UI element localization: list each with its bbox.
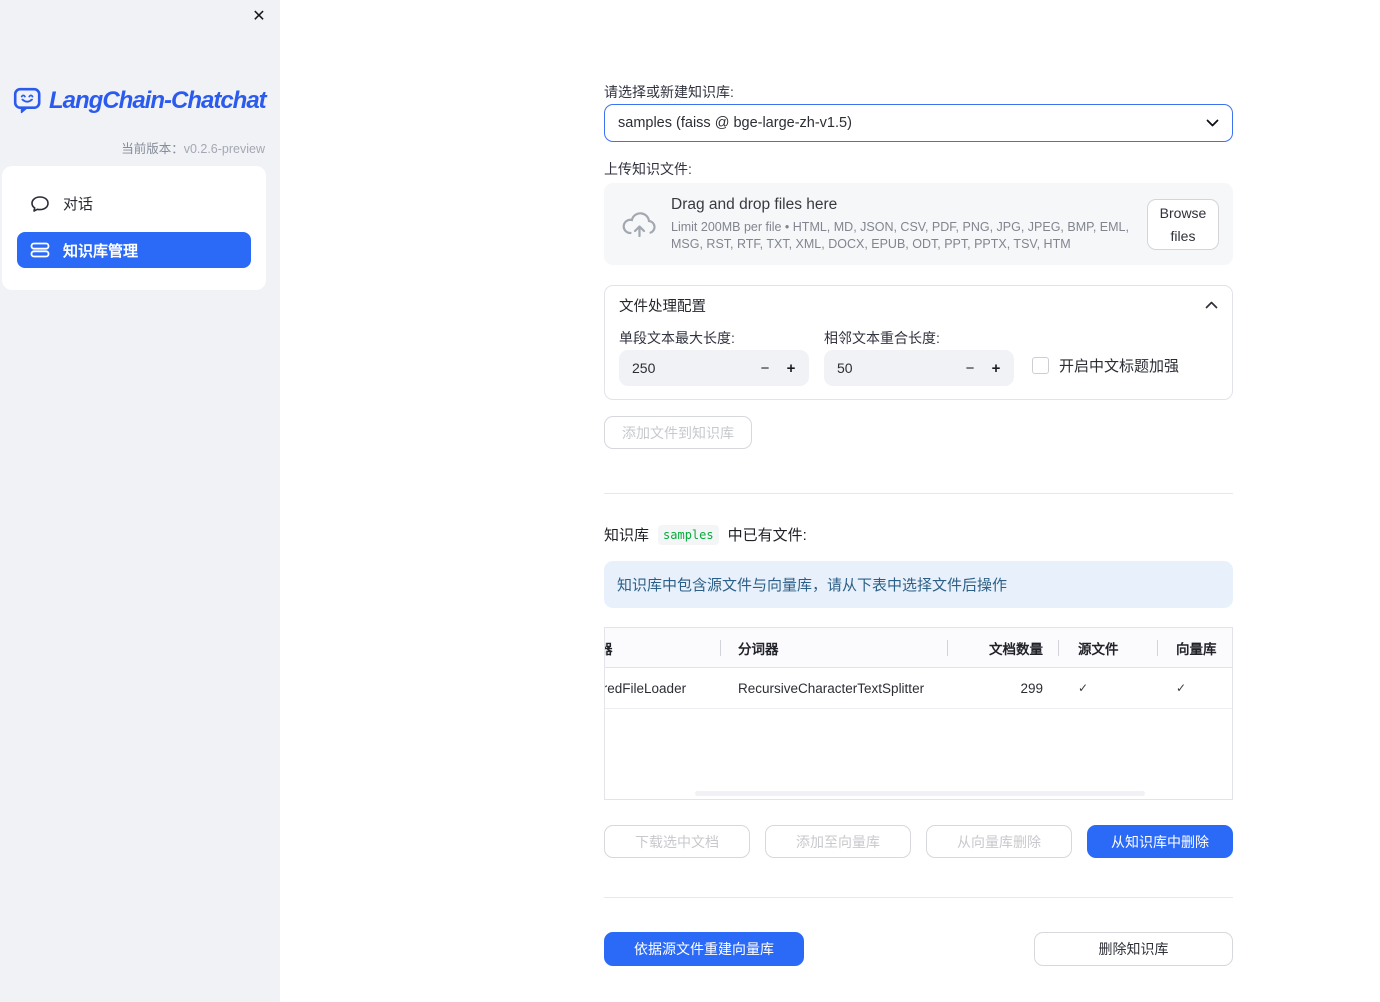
logo-chat-icon [13, 86, 42, 115]
column-header-vector-store[interactable]: 向量库 [1158, 628, 1232, 667]
add-files-to-kb-button[interactable]: 添加文件到知识库 [604, 416, 752, 449]
sidebar-item-knowledge-base[interactable]: 知识库管理 [17, 232, 251, 268]
chunk-size-decrement-button[interactable]: − [752, 360, 778, 377]
file-dropzone[interactable]: Drag and drop files here Limit 200MB per… [604, 183, 1233, 265]
info-banner-text: 知识库中包含源文件与向量库，请从下表中选择文件后操作 [617, 577, 1008, 594]
overlap-input[interactable]: 50 − + [824, 350, 1014, 386]
chunk-size-label: 单段文本最大长度: [619, 330, 735, 346]
chevron-down-icon [1206, 119, 1219, 127]
table-row[interactable]: UnstructuredFileLoader RecursiveCharacte… [605, 668, 1232, 709]
main-area: 请选择或新建知识库: samples (faiss @ bge-large-zh… [280, 0, 1380, 1002]
zh-title-enhance-row: 开启中文标题加强 [1032, 355, 1179, 376]
chunk-size-increment-button[interactable]: + [778, 360, 804, 377]
sidebar-menu: 对话 知识库管理 [2, 166, 266, 290]
kb-files-heading: 知识库 samples 中已有文件: [604, 524, 807, 545]
dropzone-instructions: Drag and drop files here Limit 200MB per… [671, 196, 1143, 252]
dropzone-limit: Limit 200MB per file • HTML, MD, JSON, C… [671, 220, 1129, 251]
cell-loader: UnstructuredFileLoader [605, 680, 687, 696]
add-to-vector-store-button[interactable]: 添加至向量库 [765, 825, 911, 858]
kb-files-table[interactable]: 文档加载器 分词器 文档数量 源文件 向量库 UnstructuredFileL… [604, 627, 1233, 800]
kb-select[interactable]: samples (faiss @ bge-large-zh-v1.5) [604, 104, 1233, 142]
chunk-size-value: 250 [632, 360, 656, 376]
sidebar-item-label: 对话 [63, 196, 94, 213]
kb-name-code: samples [658, 524, 719, 545]
knowledge-base-icon [30, 242, 50, 258]
sidebar-item-dialogue[interactable]: 对话 [17, 186, 251, 221]
download-selected-button[interactable]: 下载选中文档 [604, 825, 750, 858]
cell-source-file-check: ✓ [1078, 681, 1089, 695]
cloud-upload-icon [622, 211, 656, 237]
sidebar-item-label: 知识库管理 [63, 242, 139, 260]
info-banner: 知识库中包含源文件与向量库，请从下表中选择文件后操作 [604, 561, 1233, 608]
delete-from-kb-button[interactable]: 从知识库中删除 [1087, 825, 1233, 858]
kb-select-label: 请选择或新建知识库: [604, 84, 734, 100]
rebuild-vector-store-button[interactable]: 依据源文件重建向量库 [604, 932, 804, 966]
kb-files-prefix: 知识库 [604, 527, 650, 544]
cell-doc-count: 299 [1020, 680, 1043, 696]
app-logo: LangChain-Chatchat [13, 86, 267, 115]
chevron-up-icon [1205, 301, 1218, 309]
kb-actions: 依据源文件重建向量库 删除知识库 [604, 932, 1233, 966]
overlap-increment-button[interactable]: + [983, 360, 1009, 377]
file-actions: 下载选中文档 添加至向量库 从向量库删除 从知识库中删除 [604, 825, 1233, 858]
dropzone-title: Drag and drop files here [671, 196, 838, 213]
divider [604, 493, 1233, 494]
kb-select-value: samples (faiss @ bge-large-zh-v1.5) [618, 115, 852, 131]
column-header-source-file[interactable]: 源文件 [1059, 628, 1158, 667]
overlap-label: 相邻文本重合长度: [824, 330, 940, 346]
file-config-expander: 文件处理配置 单段文本最大长度: 相邻文本重合长度: 250 − + 50 − … [604, 285, 1233, 400]
column-header-splitter[interactable]: 分词器 [721, 628, 948, 667]
close-sidebar-icon[interactable]: ✕ [248, 6, 270, 28]
kb-files-suffix: 中已有文件: [727, 527, 807, 544]
sidebar: ✕ LangChain-Chatchat 当前版本：v0.2.6-preview… [0, 0, 280, 1002]
overlap-decrement-button[interactable]: − [957, 360, 983, 377]
upload-label: 上传知识文件: [604, 161, 692, 177]
expander-header[interactable]: 文件处理配置 [605, 286, 1232, 324]
column-header-loader[interactable]: 文档加载器 [605, 628, 721, 667]
browse-files-button[interactable]: Browse files [1147, 199, 1219, 250]
app-title: LangChain-Chatchat [49, 86, 267, 114]
zh-title-enhance-label: 开启中文标题加强 [1059, 358, 1180, 375]
column-header-doc-count[interactable]: 文档数量 [948, 628, 1059, 667]
delete-kb-button[interactable]: 删除知识库 [1034, 932, 1233, 966]
expander-title: 文件处理配置 [619, 298, 706, 315]
table-horizontal-scrollbar[interactable] [695, 791, 1145, 796]
version-text: 当前版本：v0.2.6-preview [121, 142, 265, 156]
chat-bubble-icon [31, 195, 49, 212]
cell-splitter: RecursiveCharacterTextSplitter [738, 680, 925, 696]
overlap-value: 50 [837, 360, 853, 376]
table-header: 文档加载器 分词器 文档数量 源文件 向量库 [605, 628, 1232, 668]
delete-from-vector-store-button[interactable]: 从向量库删除 [926, 825, 1072, 858]
cell-vector-store-check: ✓ [1176, 681, 1187, 695]
zh-title-enhance-checkbox[interactable] [1032, 357, 1049, 374]
divider [604, 897, 1233, 898]
chunk-size-input[interactable]: 250 − + [619, 350, 809, 386]
